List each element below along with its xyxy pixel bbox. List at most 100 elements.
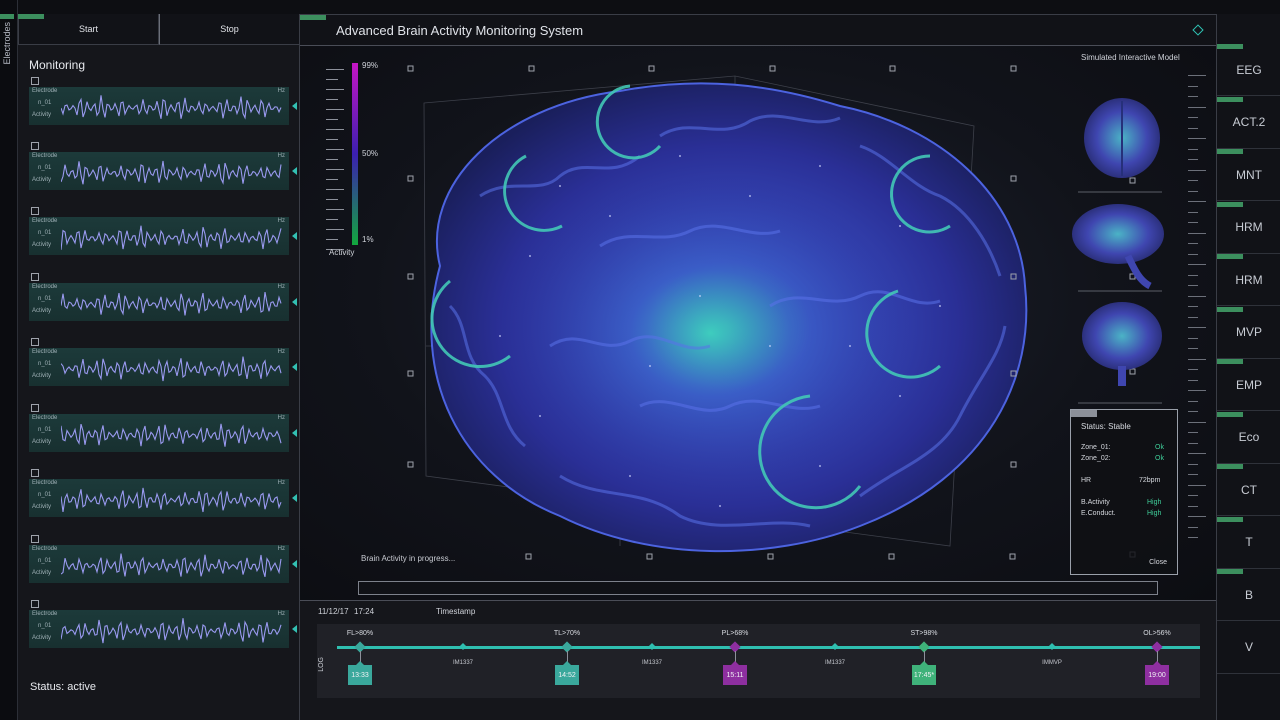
page-title: Advanced Brain Activity Monitoring Syste… xyxy=(336,23,584,38)
nav-item-eco[interactable]: Eco xyxy=(1217,411,1280,464)
eeg-waveform xyxy=(61,423,282,447)
nav-item-hrm[interactable]: HRM xyxy=(1217,254,1280,306)
event-label: TL>70% xyxy=(553,630,581,637)
progress-bar xyxy=(358,581,1158,595)
scale-tick xyxy=(326,79,338,80)
ruler-tick xyxy=(1188,264,1206,265)
monitoring-title: Monitoring xyxy=(29,58,86,72)
ruler-tick xyxy=(1188,127,1198,129)
channel-checkbox[interactable] xyxy=(31,273,39,281)
ruler-tick xyxy=(1188,453,1206,454)
nav-item-mvp[interactable]: MVP xyxy=(1217,306,1280,359)
event-time-badge[interactable]: 19:00 xyxy=(1145,661,1169,685)
channel-checkbox[interactable] xyxy=(31,535,39,543)
nav-item-b[interactable]: B xyxy=(1217,569,1280,621)
ruler-tick xyxy=(1188,106,1206,108)
electrode-id: n_01 xyxy=(38,623,52,629)
eeg-waveform xyxy=(61,225,282,250)
electrode-label: Electrode xyxy=(32,284,58,290)
stop-button[interactable]: Stop xyxy=(159,14,300,45)
channel-checkbox[interactable] xyxy=(31,207,39,215)
zone2-label: Zone_02: xyxy=(1081,455,1111,462)
hr-label: HR xyxy=(1081,477,1092,484)
nav-item-label: CT xyxy=(1241,482,1257,497)
ruler-tick xyxy=(1188,180,1198,181)
mini-brain-front[interactable] xyxy=(1078,302,1162,404)
activity-label: Activity xyxy=(32,570,52,576)
channel-wave-box: Electrode n_01 Activity Hz xyxy=(29,610,289,648)
status-popup: Status: Stable Zone_01: Ok Zone_02: Ok H… xyxy=(1070,409,1178,575)
electrode-id: n_01 xyxy=(38,230,52,236)
electrode-label: Electrode xyxy=(32,415,58,421)
channel-checkbox[interactable] xyxy=(31,469,39,477)
nav-tab-marker xyxy=(1217,96,1243,102)
ruler-tick xyxy=(1188,421,1206,423)
channel-checkbox[interactable] xyxy=(31,600,39,608)
nav-item-mnt[interactable]: MNT xyxy=(1217,149,1280,201)
nav-item-v[interactable]: V xyxy=(1217,622,1280,674)
nav-item-label: EMP xyxy=(1235,377,1262,392)
channel-checkbox[interactable] xyxy=(31,77,39,85)
event-time-badge[interactable]: 13:33 xyxy=(348,661,372,685)
activity-label: Activity xyxy=(32,635,52,641)
timeline-node-label: IMMVP xyxy=(1042,660,1062,666)
ruler-tick xyxy=(1188,369,1198,370)
diamond-icon[interactable] xyxy=(1192,24,1204,36)
eeg-waveform xyxy=(61,95,282,120)
mini-brain-side[interactable] xyxy=(1072,204,1164,292)
timeline-node-label: IM1337 xyxy=(824,660,846,666)
ruler-tick xyxy=(1188,222,1198,223)
nav-item-label: ACT.2 xyxy=(1232,115,1266,129)
nav-item-label: HRM xyxy=(1235,272,1263,287)
header-tab-marker xyxy=(300,15,326,20)
ruler-tick xyxy=(1188,537,1198,538)
econduct-value: High xyxy=(1147,510,1162,517)
event-time-badge[interactable]: 15:11 xyxy=(723,661,747,685)
ruler-tick xyxy=(1188,358,1206,360)
ruler-tick xyxy=(1188,169,1206,171)
ruler-tick xyxy=(1188,327,1206,328)
ruler-tick xyxy=(1188,295,1206,297)
scale-tick xyxy=(326,209,344,210)
electrode-label: Electrode xyxy=(32,546,58,552)
channel-checkbox[interactable] xyxy=(31,404,39,412)
nav-item-act2[interactable]: ACT.2 xyxy=(1217,96,1280,149)
mini-brain-top[interactable] xyxy=(1078,98,1162,193)
channel-checkbox[interactable] xyxy=(31,338,39,346)
event-time-badge[interactable]: 17:45* xyxy=(912,661,936,685)
channel-marker-icon xyxy=(292,298,297,306)
status-text: Status: active xyxy=(30,681,97,693)
channel-checkbox[interactable] xyxy=(31,142,39,150)
nav-tab-marker xyxy=(1217,44,1243,49)
main-header: Advanced Brain Activity Monitoring Syste… xyxy=(300,15,1216,46)
nav-item-ct[interactable]: CT xyxy=(1217,464,1280,516)
nav-item-t[interactable]: T xyxy=(1217,516,1280,569)
nav-item-emp[interactable]: EMP xyxy=(1217,359,1280,411)
zone2-value: Ok xyxy=(1155,455,1164,462)
electrode-label: Electrode xyxy=(32,349,58,355)
ruler-tick xyxy=(1188,411,1198,412)
event-time-badge[interactable]: 14:52 xyxy=(555,661,579,685)
nav-tab-marker xyxy=(1217,359,1243,364)
ruler-tick xyxy=(1188,159,1198,160)
activity-label: Activity xyxy=(32,373,52,379)
strip-tab xyxy=(0,14,14,19)
close-button[interactable]: Close xyxy=(1149,559,1167,566)
channel-marker-icon xyxy=(292,167,297,175)
timeline-track[interactable]: LOG FL>80% 13:33 TL>70% 14:52 PL>68% 15:11 ST>… xyxy=(317,624,1200,698)
channel-wave-box: Electrode n_01 Activity Hz xyxy=(29,217,289,255)
nav-item-label: EEG xyxy=(1236,62,1262,77)
right-nav: EEG ACT.2 MNT HRM HRM MVP EMP Eco CT T B V xyxy=(1216,14,1280,720)
eeg-waveform xyxy=(61,292,282,316)
nav-item-hrm[interactable]: HRM xyxy=(1217,201,1280,254)
ruler-tick xyxy=(1188,379,1198,381)
channel-row: Electrode n_01 Activity Hz xyxy=(29,600,297,652)
ruler-tick xyxy=(1188,316,1198,318)
scale-tick xyxy=(326,89,344,90)
nav-item-eeg[interactable]: EEG xyxy=(1217,44,1280,96)
channel-row: Electrode n_01 Activity Hz xyxy=(29,469,297,521)
channel-marker-icon xyxy=(292,232,297,240)
timeline-date: 11/12/17 xyxy=(318,607,349,616)
channel-wave-box: Electrode n_01 Activity Hz xyxy=(29,479,289,517)
ruler-tick xyxy=(1188,285,1198,286)
